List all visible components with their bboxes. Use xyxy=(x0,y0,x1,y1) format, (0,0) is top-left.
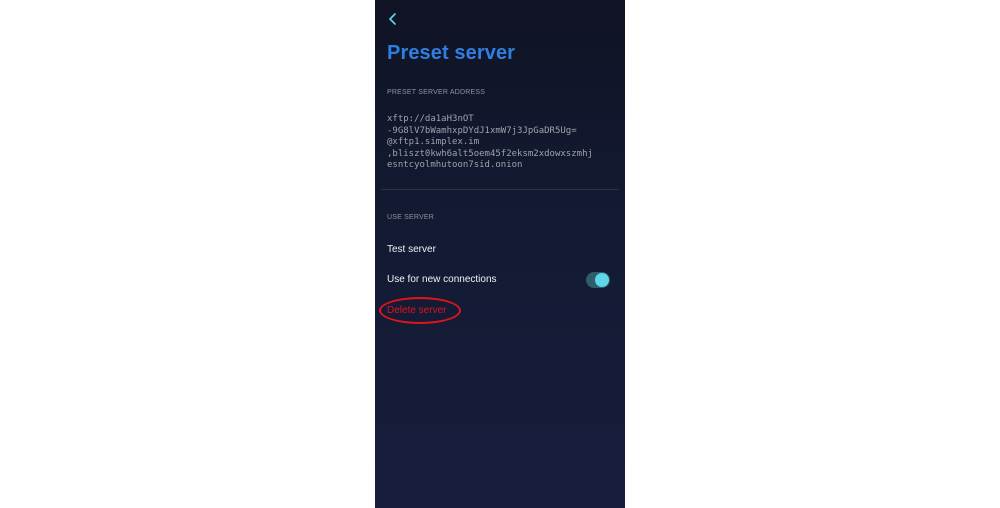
use-server-label: USE SERVER xyxy=(387,214,434,221)
page-title: Preset server xyxy=(387,42,516,64)
server-address: xftp://da1aH3nOT -9G8lV7bWamhxpDYdJ1xmW7… xyxy=(387,114,617,172)
back-button[interactable] xyxy=(385,10,401,28)
use-for-new-connections-toggle[interactable] xyxy=(586,272,610,288)
address-line: ,bliszt0kwh6alt5oem45f2eksm2xdowxszmhj xyxy=(387,148,593,159)
address-line: xftp://da1aH3nOT xyxy=(387,114,474,124)
test-server-button[interactable]: Test server xyxy=(387,244,436,255)
address-line: esntcyolmhutoon7sid.onion xyxy=(387,160,523,170)
address-line: -9G8lV7bWamhxpDYdJ1xmW7j3JpGaDR5Ug= xyxy=(387,125,577,136)
delete-server-label: Delete server xyxy=(387,305,447,316)
preset-server-address-label: PRESET SERVER ADDRESS xyxy=(387,89,486,96)
toggle-knob xyxy=(595,273,609,287)
delete-server-button[interactable]: Delete server xyxy=(379,297,461,324)
use-for-new-connections-label: Use for new connections xyxy=(387,274,497,285)
chevron-left-icon xyxy=(385,10,401,28)
section-divider xyxy=(381,189,619,190)
app-screen: Preset server PRESET SERVER ADDRESS xftp… xyxy=(375,0,625,508)
address-line: @xftp1.simplex.im xyxy=(387,137,480,147)
